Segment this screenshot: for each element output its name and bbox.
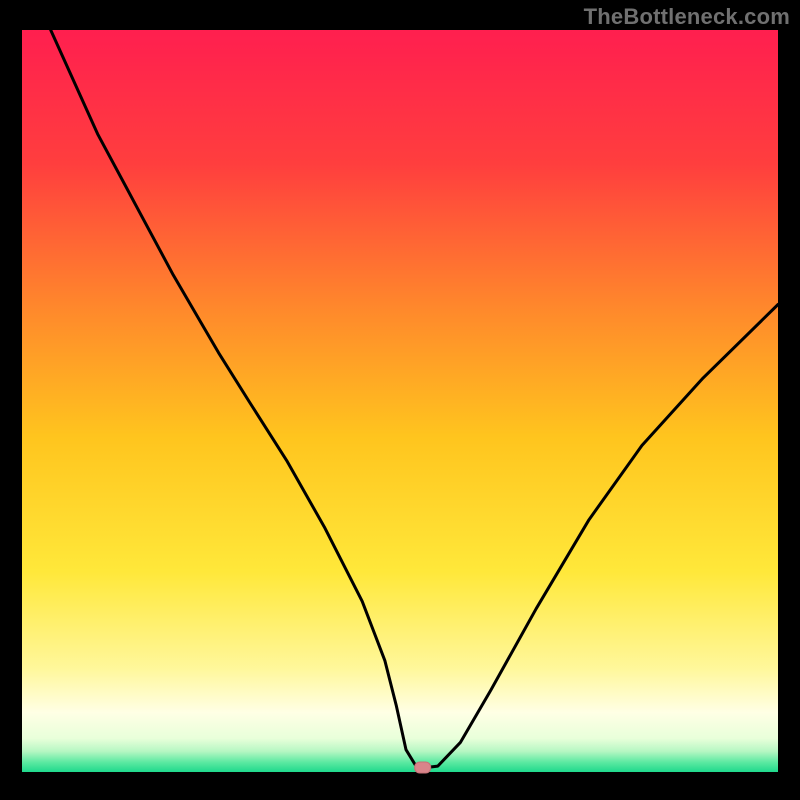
gradient-background: [22, 30, 778, 772]
watermark-text: TheBottleneck.com: [584, 4, 790, 30]
chart-frame: TheBottleneck.com: [0, 0, 800, 800]
optimal-point-marker: [415, 762, 431, 773]
bottleneck-chart: [0, 0, 800, 800]
